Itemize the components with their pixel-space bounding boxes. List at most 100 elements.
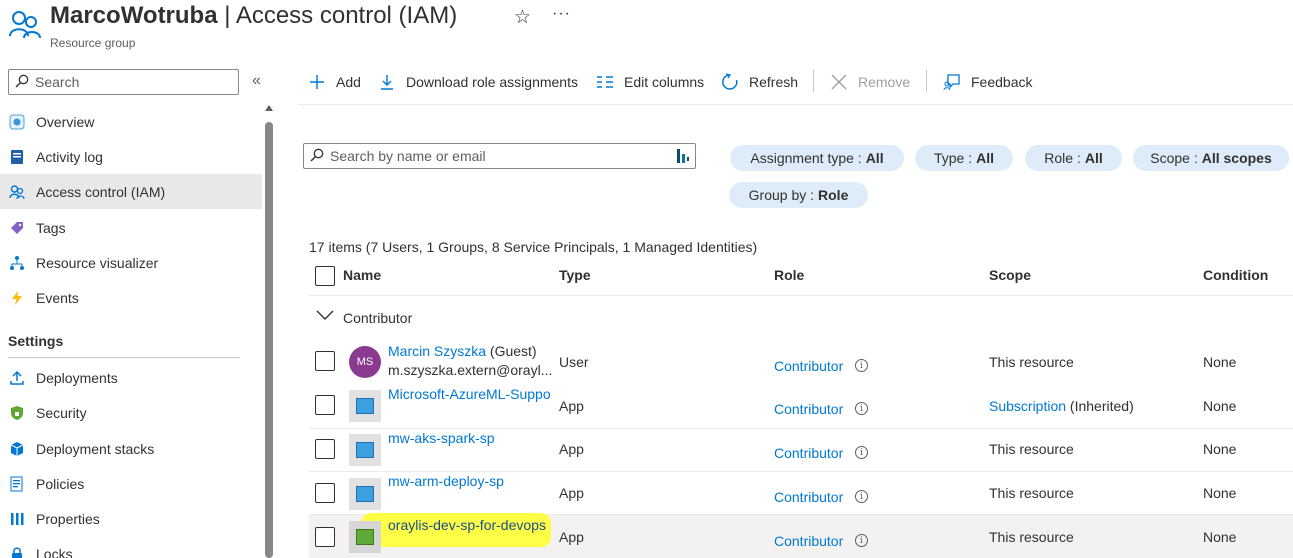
column-header-name[interactable]: Name	[343, 267, 381, 283]
search-icon	[15, 74, 29, 88]
row-name-link[interactable]: Microsoft-AzureML-Suppo	[388, 386, 550, 402]
sidebar-item-tags[interactable]: Tags	[0, 210, 262, 245]
sidebar-search-input[interactable]	[35, 73, 230, 91]
lock-icon	[8, 545, 26, 558]
row-name-link[interactable]: oraylis-dev-sp-for-devops	[388, 517, 546, 533]
add-button[interactable]: Add	[308, 70, 361, 94]
edit-columns-button[interactable]: Edit columns	[596, 70, 704, 94]
info-icon[interactable]: i	[855, 446, 868, 459]
row-condition: None	[1203, 485, 1237, 501]
info-icon[interactable]: i	[855, 490, 868, 503]
search-icon	[310, 148, 324, 162]
row-type: App	[559, 398, 584, 414]
info-icon[interactable]: i	[855, 534, 868, 547]
app-icon	[349, 521, 381, 553]
iam-icon	[8, 183, 26, 201]
select-all-checkbox[interactable]	[315, 266, 335, 286]
row-role-link[interactable]: Contributor	[774, 489, 843, 505]
sidebar-item-overview[interactable]: Overview	[0, 104, 262, 139]
row-role-link[interactable]: Contributor	[774, 445, 843, 461]
overview-icon	[8, 113, 26, 131]
feedback-button[interactable]: Feedback	[943, 70, 1032, 94]
group-label: Contributor	[343, 310, 413, 326]
chevron-down-icon[interactable]	[316, 306, 334, 324]
edit-columns-label: Edit columns	[624, 74, 705, 90]
row-name-link[interactable]: mw-arm-deploy-sp	[388, 473, 504, 489]
row-checkbox[interactable]	[315, 439, 335, 459]
sidebar-item-activity-log[interactable]: Activity log	[0, 139, 262, 174]
sidebar-item-deployment-stacks[interactable]: Deployment stacks	[0, 431, 262, 466]
download-role-assignments-button[interactable]: Download role assignments	[378, 70, 578, 94]
star-icon[interactable]: ☆	[514, 6, 531, 29]
row-scope: This resource	[989, 529, 1074, 545]
bing-icon	[677, 149, 689, 163]
pill-value: All scopes	[1201, 150, 1272, 166]
more-icon[interactable]: ···	[552, 5, 571, 23]
sidebar-item-label: Events	[36, 289, 79, 306]
row-name-link[interactable]: mw-aks-spark-sp	[388, 430, 495, 446]
row-type: App	[559, 441, 584, 457]
feedback-icon	[943, 73, 961, 91]
sidebar-item-deployments[interactable]: Deployments	[0, 360, 262, 395]
properties-icon	[8, 510, 26, 528]
row-checkbox[interactable]	[315, 351, 335, 371]
items-summary: 17 items (7 Users, 1 Groups, 8 Service P…	[309, 239, 758, 255]
pill-value: Role	[818, 187, 849, 203]
filter-scope[interactable]: Scope : All scopes	[1133, 145, 1289, 171]
toolbar-divider-line	[298, 104, 1293, 105]
row-condition: None	[1203, 354, 1237, 370]
collapse-sidebar-icon[interactable]: «	[252, 72, 261, 90]
close-icon	[830, 73, 848, 91]
filter-search-input[interactable]	[330, 147, 670, 165]
pill-value: All	[865, 150, 884, 166]
sidebar-item-locks[interactable]: Locks	[0, 536, 262, 558]
toolbar-divider	[813, 70, 814, 92]
row-condition: None	[1203, 441, 1237, 457]
settings-divider	[8, 357, 240, 358]
row-type: User	[559, 354, 589, 370]
scrollbar-thumb[interactable]	[265, 122, 273, 558]
refresh-icon	[721, 73, 739, 91]
row-scope: This resource	[989, 485, 1074, 501]
column-header-role[interactable]: Role	[774, 267, 804, 283]
filter-role[interactable]: Role : All	[1025, 145, 1122, 171]
filter-type[interactable]: Type : All	[915, 145, 1013, 171]
row-name[interactable]: Marcin Szyszka (Guest)	[388, 343, 537, 359]
pill-label: Scope :	[1150, 150, 1198, 166]
sidebar-item-policies[interactable]: Policies	[0, 466, 262, 501]
remove-button[interactable]: Remove	[830, 70, 910, 94]
filter-group-by[interactable]: Group by : Role	[729, 182, 868, 208]
visualizer-icon	[8, 254, 26, 272]
filter-assignment-type[interactable]: Assignment type : All	[730, 145, 904, 171]
row-role-link[interactable]: Contributor	[774, 358, 843, 374]
refresh-label: Refresh	[749, 74, 799, 90]
sidebar-item-events[interactable]: Events	[0, 280, 262, 315]
sidebar-item-security[interactable]: Security	[0, 395, 262, 430]
row-checkbox[interactable]	[315, 483, 335, 503]
row-name-link[interactable]: Marcin Szyszka	[388, 343, 486, 359]
row-email: m.szyszka.extern@orayl...	[388, 362, 553, 378]
row-scope: Subscription (Inherited)	[989, 398, 1134, 414]
column-header-condition[interactable]: Condition	[1203, 267, 1268, 283]
info-icon[interactable]: i	[855, 359, 868, 372]
column-header-type[interactable]: Type	[559, 267, 591, 283]
row-scope: This resource	[989, 441, 1074, 457]
scope-link[interactable]: Subscription	[989, 398, 1066, 414]
settings-heading: Settings	[8, 333, 64, 349]
column-header-scope[interactable]: Scope	[989, 267, 1031, 283]
sidebar-item-access-control[interactable]: Access control (IAM)	[0, 174, 262, 209]
sidebar-item-properties[interactable]: Properties	[0, 501, 262, 536]
row-checkbox[interactable]	[315, 395, 335, 415]
sidebar-search[interactable]	[8, 69, 239, 95]
row-checkbox[interactable]	[315, 527, 335, 547]
download-label: Download role assignments	[406, 74, 578, 90]
scroll-up-icon[interactable]	[265, 105, 273, 111]
row-type: App	[559, 529, 584, 545]
refresh-button[interactable]: Refresh	[721, 70, 798, 94]
sidebar-item-label: Policies	[36, 475, 85, 492]
sidebar-item-resource-visualizer[interactable]: Resource visualizer	[0, 245, 262, 280]
info-icon[interactable]: i	[855, 402, 868, 415]
filter-search[interactable]	[303, 143, 696, 169]
row-role-link[interactable]: Contributor	[774, 533, 843, 549]
row-role-link[interactable]: Contributor	[774, 401, 843, 417]
